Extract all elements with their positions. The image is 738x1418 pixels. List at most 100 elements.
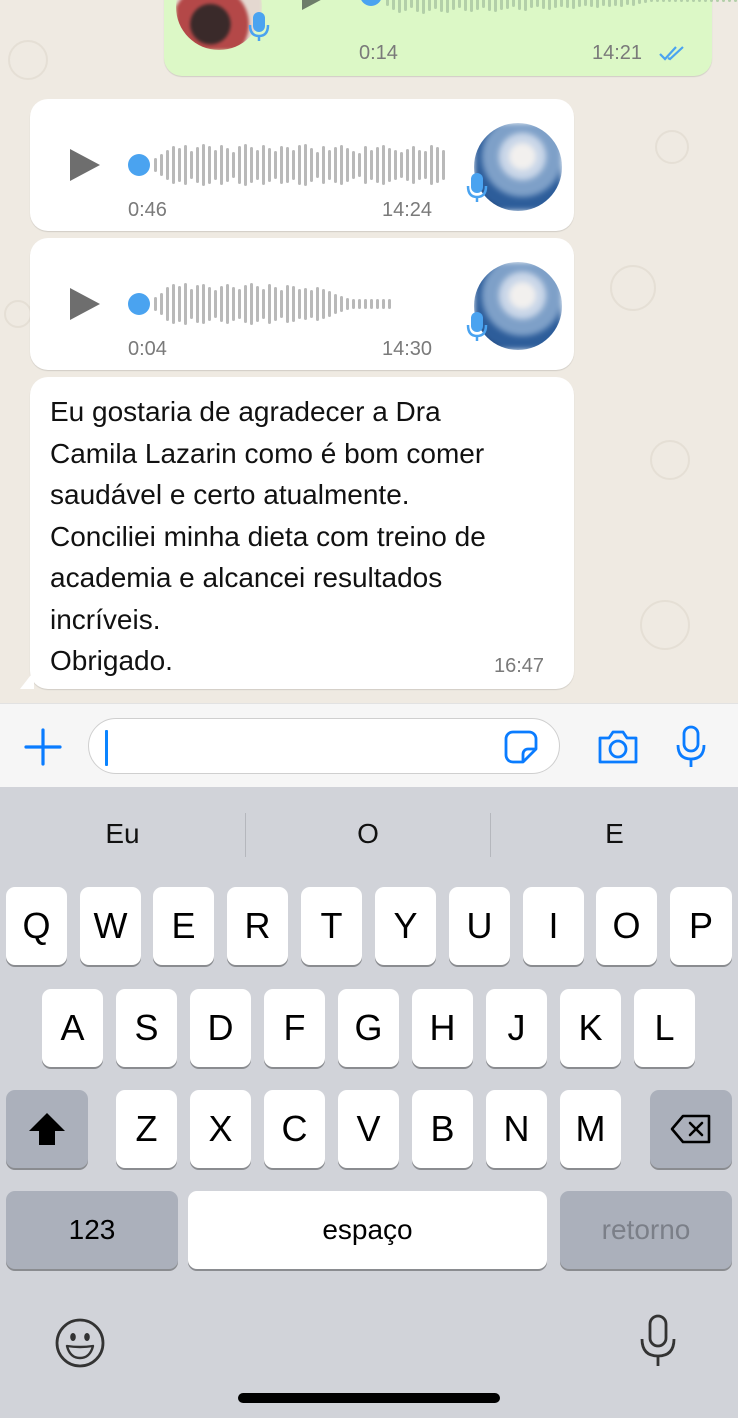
waveform-bar bbox=[536, 0, 539, 7]
microphone-icon[interactable] bbox=[674, 724, 708, 770]
waveform-bar bbox=[578, 0, 581, 7]
key-m[interactable]: M bbox=[560, 1090, 621, 1168]
key-c[interactable]: C bbox=[264, 1090, 325, 1168]
incoming-text-message[interactable]: Eu gostaria de agradecer a Dra Camila La… bbox=[20, 377, 574, 689]
waveform-bar bbox=[226, 148, 229, 182]
waveform-bar bbox=[196, 147, 199, 183]
waveform-bar bbox=[602, 0, 605, 6]
waveform-bar bbox=[500, 0, 503, 10]
waveform-bar bbox=[626, 0, 629, 5]
audio-waveform[interactable] bbox=[386, 0, 738, 20]
key-t[interactable]: T bbox=[301, 887, 362, 965]
key-d[interactable]: D bbox=[190, 989, 251, 1067]
microphone-badge-icon bbox=[466, 173, 488, 202]
waveform-bar bbox=[494, 0, 497, 12]
incoming-audio-message[interactable]: 0:04 14:30 bbox=[30, 238, 574, 370]
waveform-bar bbox=[190, 151, 193, 179]
waveform-bar bbox=[692, 0, 695, 2]
key-n[interactable]: N bbox=[486, 1090, 547, 1168]
key-i[interactable]: I bbox=[523, 887, 584, 965]
incoming-audio-message[interactable]: 0:46 14:24 bbox=[30, 99, 574, 231]
home-indicator[interactable] bbox=[238, 1393, 500, 1403]
sticker-icon[interactable] bbox=[503, 729, 539, 765]
waveform-bar bbox=[440, 0, 443, 12]
waveform-bar bbox=[364, 146, 367, 184]
key-f[interactable]: F bbox=[264, 989, 325, 1067]
waveform-bar bbox=[638, 0, 641, 4]
plus-icon[interactable] bbox=[24, 728, 62, 766]
audio-progress-handle[interactable] bbox=[128, 154, 150, 176]
waveform-bar bbox=[590, 0, 593, 7]
shift-key[interactable] bbox=[6, 1090, 88, 1168]
dictation-mic-icon[interactable] bbox=[638, 1313, 678, 1369]
waveform-bar bbox=[632, 0, 635, 6]
key-l[interactable]: L bbox=[634, 989, 695, 1067]
waveform-bar bbox=[370, 299, 373, 309]
key-v[interactable]: V bbox=[338, 1090, 399, 1168]
waveform-bar bbox=[656, 0, 659, 2]
waveform-bar bbox=[442, 150, 445, 180]
key-a[interactable]: A bbox=[42, 989, 103, 1067]
message-input[interactable] bbox=[88, 718, 560, 774]
audio-duration: 0:14 bbox=[359, 42, 398, 64]
waveform-bar bbox=[286, 285, 289, 323]
message-time: 14:24 bbox=[382, 199, 433, 221]
key-o[interactable]: O bbox=[596, 887, 657, 965]
waveform-bar bbox=[340, 296, 343, 312]
key-p[interactable]: P bbox=[670, 887, 732, 965]
waveform-bar bbox=[346, 298, 349, 310]
suggestion-item[interactable]: E bbox=[491, 809, 738, 859]
waveform-bar bbox=[214, 290, 217, 318]
waveform-bar bbox=[412, 146, 415, 184]
key-h[interactable]: H bbox=[412, 989, 473, 1067]
key-y[interactable]: Y bbox=[375, 887, 436, 965]
key-b[interactable]: B bbox=[412, 1090, 473, 1168]
waveform-bar bbox=[704, 0, 707, 2]
wallpaper-doodle bbox=[4, 300, 32, 328]
waveform-bar bbox=[244, 144, 247, 186]
waveform-bar bbox=[458, 0, 461, 8]
waveform-bar bbox=[398, 0, 401, 13]
key-s[interactable]: S bbox=[116, 989, 177, 1067]
message-line: Obrigado. bbox=[50, 645, 173, 676]
key-r[interactable]: R bbox=[227, 887, 288, 965]
suggestion-item[interactable]: O bbox=[246, 809, 490, 859]
delete-key[interactable] bbox=[650, 1090, 732, 1168]
key-q[interactable]: Q bbox=[6, 887, 67, 965]
waveform-bar bbox=[512, 0, 515, 7]
waveform-bar bbox=[674, 0, 677, 2]
play-icon[interactable] bbox=[302, 0, 332, 10]
key-z[interactable]: Z bbox=[116, 1090, 177, 1168]
key-w[interactable]: W bbox=[80, 887, 141, 965]
audio-waveform[interactable] bbox=[154, 281, 391, 327]
key-k[interactable]: K bbox=[560, 989, 621, 1067]
bubble-tail bbox=[20, 671, 34, 689]
audio-progress-handle[interactable] bbox=[360, 0, 382, 6]
waveform-bar bbox=[334, 147, 337, 183]
waveform-bar bbox=[292, 286, 295, 322]
play-icon[interactable] bbox=[70, 288, 100, 320]
suggestion-item[interactable]: Eu bbox=[0, 809, 245, 859]
numbers-key[interactable]: 123 bbox=[6, 1191, 178, 1269]
emoji-icon[interactable] bbox=[54, 1317, 106, 1369]
outgoing-audio-message[interactable]: 0:14 14:21 bbox=[164, 0, 737, 76]
key-x[interactable]: X bbox=[190, 1090, 251, 1168]
camera-icon[interactable] bbox=[596, 728, 640, 766]
key-e[interactable]: E bbox=[153, 887, 214, 965]
waveform-bar bbox=[178, 286, 181, 322]
waveform-bar bbox=[584, 0, 587, 6]
audio-waveform[interactable] bbox=[154, 142, 445, 188]
play-icon[interactable] bbox=[70, 149, 100, 181]
message-line: incríveis. bbox=[50, 603, 161, 635]
audio-progress-handle[interactable] bbox=[128, 293, 150, 315]
key-j[interactable]: J bbox=[486, 989, 547, 1067]
waveform-bar bbox=[274, 287, 277, 321]
space-key[interactable]: espaço bbox=[188, 1191, 547, 1269]
waveform-bar bbox=[620, 0, 623, 7]
key-g[interactable]: G bbox=[338, 989, 399, 1067]
key-u[interactable]: U bbox=[449, 887, 510, 965]
waveform-bar bbox=[406, 149, 409, 181]
return-key[interactable]: retorno bbox=[560, 1191, 732, 1269]
waveform-bar bbox=[328, 150, 331, 180]
chat-area[interactable]: 0:14 14:21 0:46 14:24 0:04 14:30 Eu gost… bbox=[0, 0, 738, 703]
